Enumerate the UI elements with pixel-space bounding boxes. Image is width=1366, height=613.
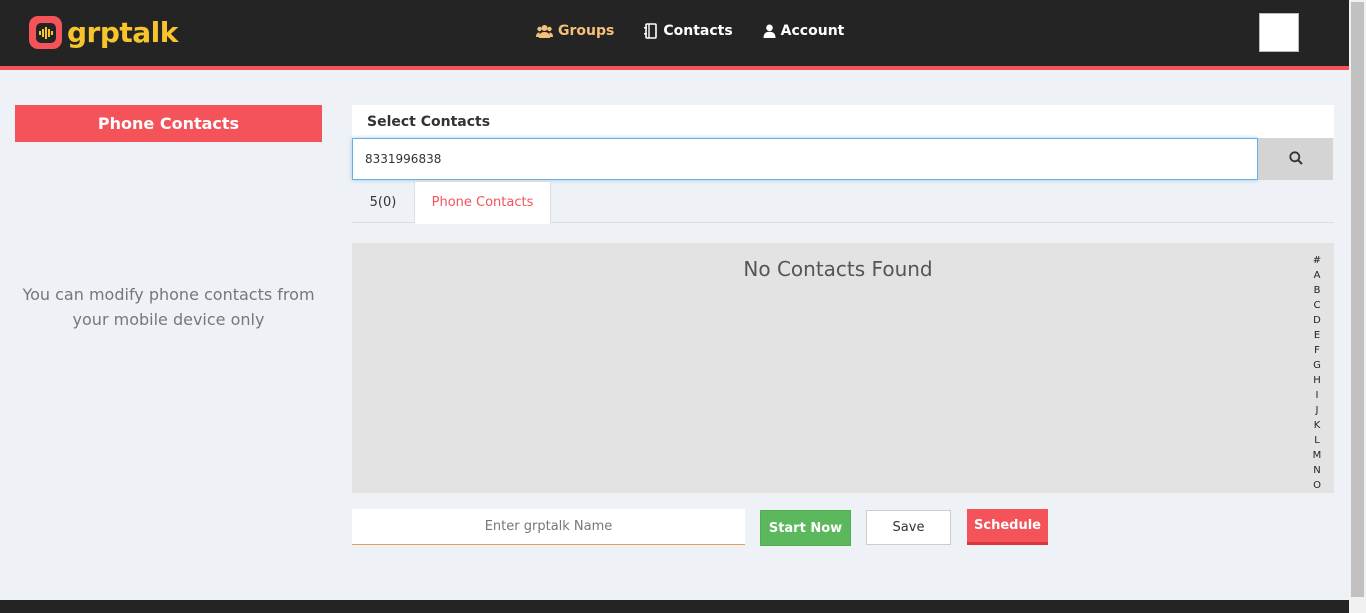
main-nav: Groups Contacts Account — [536, 23, 874, 39]
alphabet-index: # A B C D E F G H I J K L M N O — [1310, 253, 1324, 493]
tab-phone-contacts[interactable]: Phone Contacts — [414, 181, 551, 224]
user-icon — [763, 24, 776, 38]
top-navbar: grptalk Groups Contacts Account — [0, 0, 1349, 70]
contacts-list-panel: No Contacts Found # A B C D E F G H I J K L M N O — [352, 243, 1334, 493]
search-icon — [1288, 150, 1303, 169]
alpha-letter[interactable]: M — [1313, 448, 1322, 463]
grptalk-name-input[interactable] — [352, 509, 745, 545]
alpha-letter[interactable]: C — [1314, 298, 1321, 313]
nav-account-label: Account — [780, 23, 845, 39]
scrollbar-thumb[interactable] — [1351, 2, 1364, 597]
avatar[interactable] — [1259, 13, 1299, 52]
empty-state-message: No Contacts Found — [743, 257, 933, 281]
nav-groups-label: Groups — [558, 23, 615, 39]
nav-account[interactable]: Account — [763, 23, 845, 39]
alpha-letter[interactable]: H — [1313, 373, 1321, 388]
select-contacts-title: Select Contacts — [352, 105, 1334, 138]
search-input[interactable] — [352, 138, 1258, 180]
nav-groups[interactable]: Groups — [536, 23, 614, 39]
nav-contacts[interactable]: Contacts — [644, 23, 733, 39]
alpha-letter[interactable]: N — [1313, 463, 1320, 478]
tab-count[interactable]: 5(0) — [352, 181, 414, 223]
save-button[interactable]: Save — [866, 510, 951, 545]
alpha-letter[interactable]: B — [1314, 283, 1321, 298]
nav-contacts-label: Contacts — [663, 23, 733, 39]
alpha-letter[interactable]: I — [1316, 388, 1319, 403]
alpha-letter[interactable]: G — [1313, 358, 1321, 373]
contact-tabs: 5(0) Phone Contacts — [352, 181, 1334, 224]
alpha-letter[interactable]: O — [1313, 478, 1321, 493]
alpha-letter[interactable]: L — [1314, 433, 1320, 448]
alpha-letter[interactable]: D — [1313, 313, 1321, 328]
start-now-button[interactable]: Start Now — [760, 510, 851, 546]
search-button[interactable] — [1258, 138, 1333, 180]
address-book-icon — [644, 23, 658, 39]
left-panel-note: You can modify phone contacts from your … — [22, 285, 315, 329]
alpha-letter[interactable]: J — [1316, 403, 1319, 418]
schedule-button[interactable]: Schedule — [967, 509, 1048, 545]
alpha-letter[interactable]: A — [1314, 268, 1321, 283]
alpha-letter[interactable]: # — [1313, 253, 1321, 268]
brand-name: grptalk — [67, 16, 178, 49]
alpha-letter[interactable]: F — [1314, 343, 1320, 358]
left-panel-title: Phone Contacts — [15, 105, 322, 142]
brand-logo[interactable]: grptalk — [29, 16, 178, 49]
alpha-letter[interactable]: K — [1314, 418, 1321, 433]
alpha-letter[interactable]: E — [1314, 328, 1320, 343]
users-icon — [536, 24, 553, 38]
footer-bar — [0, 600, 1349, 613]
waveform-icon — [29, 16, 62, 49]
